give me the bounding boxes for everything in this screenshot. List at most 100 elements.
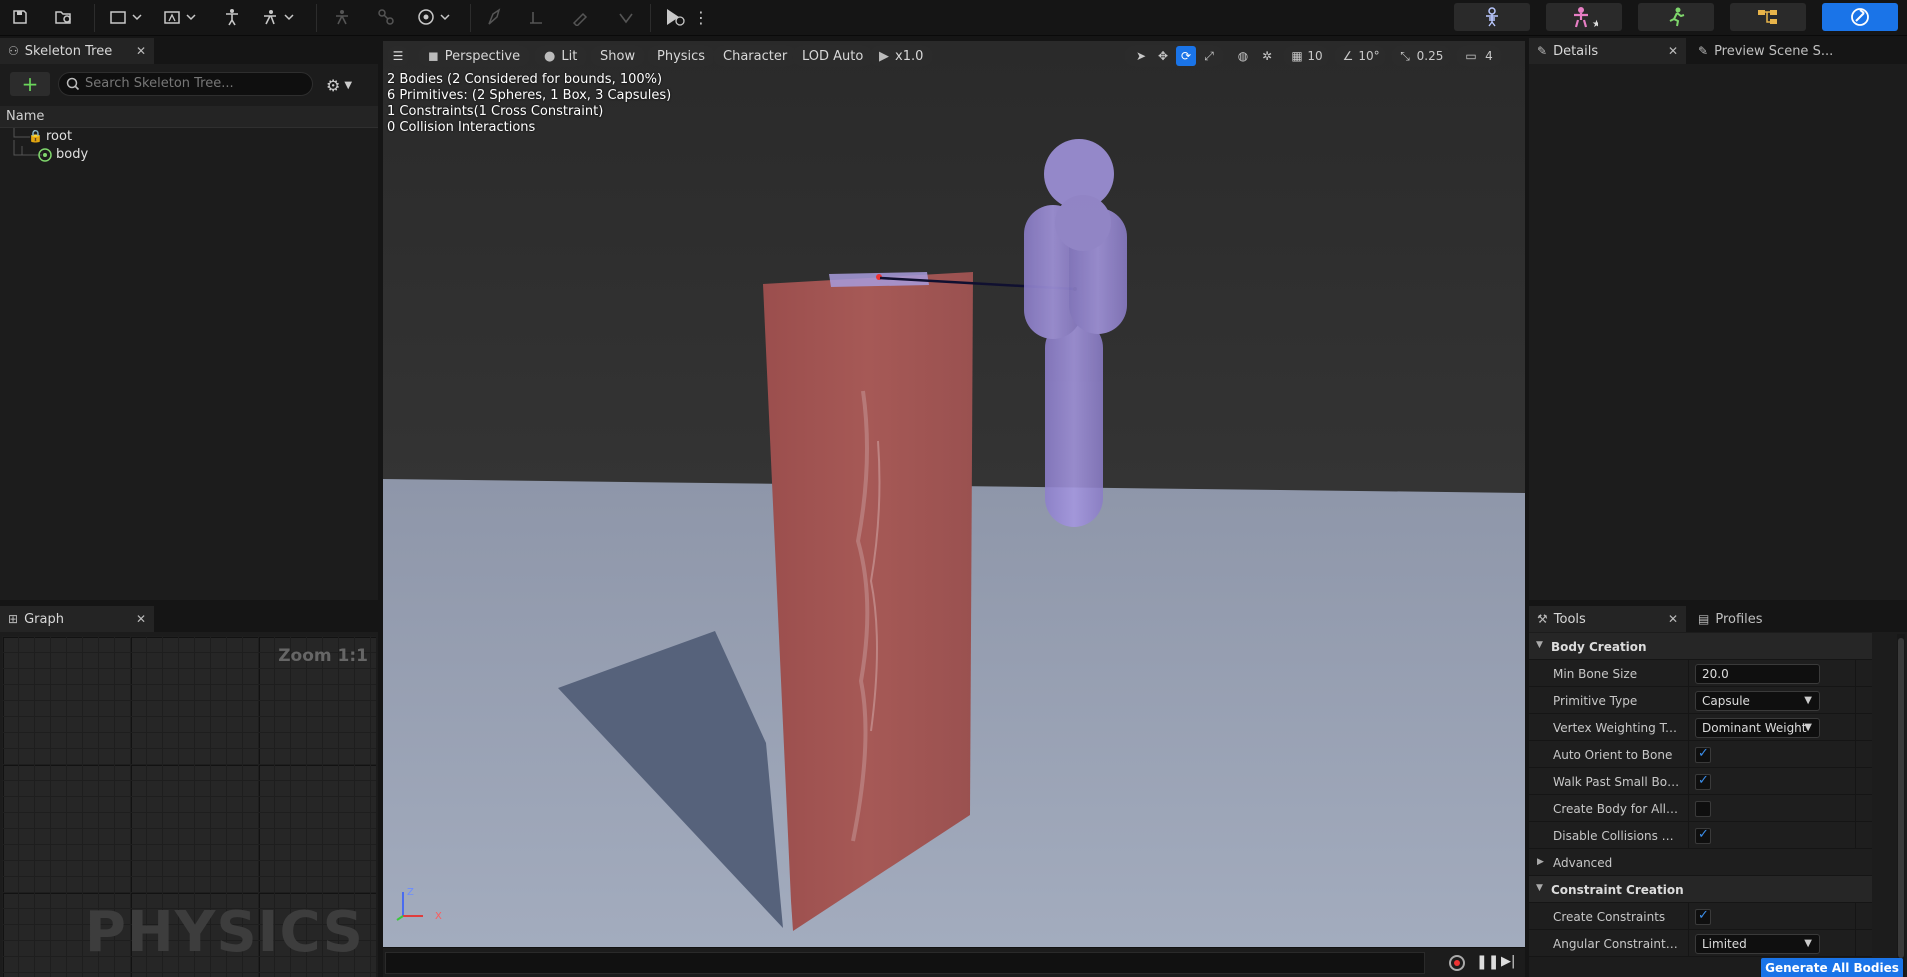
browse-icon[interactable]: [52, 4, 76, 30]
property-label: Create Constraints: [1553, 910, 1666, 924]
translate-icon[interactable]: ✥: [1154, 46, 1172, 66]
graph-canvas[interactable]: Zoom 1:1 PHYSICS: [2, 636, 376, 977]
timeline-scrubber[interactable]: [385, 952, 1425, 974]
step-forward-icon: ▶|: [1501, 954, 1516, 969]
blueprint-icon: [1758, 10, 1777, 24]
body-creation-category[interactable]: ▼ Body Creation: [1529, 633, 1872, 660]
character-icon[interactable]: [220, 4, 244, 30]
dropdown-value: Capsule: [1702, 694, 1750, 708]
angular-mode-row: Angular Constraint Mo... Limited ▼: [1529, 930, 1872, 957]
vertex-weighting-dropdown[interactable]: Dominant Weight ▼: [1695, 718, 1820, 738]
hamburger-icon: ☰: [392, 49, 404, 63]
graph-panel: ⊞ Graph ✕ Zoom 1:1 PHYSICS: [0, 606, 378, 977]
show-button[interactable]: Show: [590, 45, 646, 67]
tab-skeleton-tree[interactable]: ⚇ Skeleton Tree ✕: [0, 38, 154, 64]
physics-button[interactable]: Physics: [647, 45, 716, 67]
surface-snap-icon[interactable]: ✲: [1258, 46, 1276, 66]
lod-button[interactable]: LOD Auto: [792, 45, 874, 67]
physics-asset-icon: [1851, 8, 1869, 26]
grid-snap-value: 10: [1307, 49, 1323, 63]
tools-scrollbar[interactable]: [1897, 634, 1905, 977]
perspective-button[interactable]: ◼ Perspective: [418, 45, 531, 67]
min-bone-size-input[interactable]: 20.0: [1695, 664, 1820, 684]
animation-mode-button[interactable]: [1638, 3, 1714, 31]
simulate-icon[interactable]: [414, 4, 454, 30]
details-tab-label: Details: [1553, 43, 1599, 59]
tab-tools[interactable]: ⚒ Tools ✕: [1529, 606, 1686, 632]
skeleton-mode-button[interactable]: [1454, 3, 1530, 31]
tab-preview-scene-settings[interactable]: ✎ Preview Scene S...: [1690, 38, 1868, 64]
show-label: Show: [600, 48, 636, 64]
property-label: Disable Collisions by D...: [1553, 829, 1681, 843]
record-icon: [1454, 960, 1460, 966]
chevron-down-icon: ▼: [1804, 722, 1812, 733]
close-icon[interactable]: ✕: [1668, 44, 1678, 58]
min-bone-size-row: Min Bone Size 20.0: [1529, 660, 1872, 687]
skeleton-search-input[interactable]: Search Skeleton Tree...: [58, 72, 313, 96]
advanced-row[interactable]: ▶ Advanced: [1529, 849, 1872, 876]
details-panel: ✎ Details ✕ ✎ Preview Scene S...: [1529, 38, 1907, 600]
tree-column-header[interactable]: Name: [0, 106, 378, 128]
tree-settings-button[interactable]: ⚙ ▼: [326, 76, 352, 95]
physics-watermark: PHYSICS: [84, 900, 364, 965]
brush-icon: [566, 4, 594, 30]
scale-icon[interactable]: ⤢: [1200, 46, 1218, 66]
skeleton-icon: [1486, 7, 1498, 27]
profiles-tab-label: Profiles: [1715, 611, 1763, 627]
rotate-icon[interactable]: ⟳: [1176, 46, 1196, 66]
main-toolbar: ⋮ ★: [0, 0, 1907, 36]
viewport-menu-button[interactable]: ☰: [387, 45, 409, 67]
tree-row-root[interactable]: 🔒 root: [0, 128, 378, 146]
scrollbar-thumb[interactable]: [1898, 638, 1904, 958]
property-label: Auto Orient to Bone: [1553, 748, 1673, 762]
gear-icon: ⚙: [326, 76, 341, 95]
property-label: Create Body for All Bo...: [1553, 802, 1681, 816]
character-label: Character: [723, 48, 788, 64]
wind-icon: [328, 4, 356, 30]
disable-collisions-checkbox[interactable]: [1695, 827, 1711, 844]
constraint-creation-category[interactable]: ▼ Constraint Creation: [1529, 876, 1872, 903]
primitive-type-dropdown[interactable]: Capsule ▼: [1695, 691, 1820, 711]
physics-mode-button[interactable]: [1822, 3, 1898, 31]
physics-add-icon[interactable]: [258, 4, 298, 30]
save-icon[interactable]: [8, 4, 32, 30]
close-icon[interactable]: ✕: [136, 44, 146, 58]
more-options-icon[interactable]: ⋮: [693, 4, 709, 30]
auto-orient-checkbox[interactable]: [1695, 746, 1711, 763]
create-body-all-checkbox[interactable]: [1695, 801, 1711, 817]
search-icon: [66, 77, 80, 94]
step-forward-button[interactable]: ▶|: [1501, 954, 1515, 969]
tab-graph[interactable]: ⊞ Graph ✕: [0, 606, 154, 632]
close-icon[interactable]: ✕: [1668, 612, 1678, 626]
select-icon[interactable]: ➤: [1132, 46, 1150, 66]
angular-mode-dropdown[interactable]: Limited ▼: [1695, 934, 1820, 954]
tab-profiles[interactable]: ▤ Profiles: [1690, 606, 1868, 632]
graph-tab-label: Graph: [24, 611, 64, 627]
world-icon[interactable]: ◍: [1234, 46, 1252, 66]
scene-render: [383, 41, 1525, 947]
pause-button[interactable]: ❚❚: [1476, 954, 1499, 970]
generate-all-bodies-button[interactable]: Generate All Bodies: [1761, 958, 1903, 977]
walk-past-checkbox[interactable]: [1695, 773, 1711, 790]
timeline-bar: ❚❚ ▶|: [383, 947, 1525, 977]
character-button[interactable]: Character: [713, 45, 798, 67]
angle-snap-value: 10°: [1358, 49, 1380, 63]
create-constraints-checkbox[interactable]: [1695, 908, 1711, 925]
mesh-mode-button[interactable]: ★: [1546, 3, 1622, 31]
record-button[interactable]: [1449, 955, 1465, 971]
auto-orient-row: Auto Orient to Bone: [1529, 741, 1872, 768]
preview-mesh-icon[interactable]: [106, 4, 146, 30]
add-bone-button[interactable]: +: [10, 72, 50, 96]
viewport[interactable]: ☰ ◼ Perspective ● Lit Show Physics Chara…: [383, 41, 1525, 947]
blueprint-mode-button[interactable]: [1730, 3, 1806, 31]
tree-row-body[interactable]: body: [0, 140, 378, 164]
playback-speed-button[interactable]: ▶ x1.0: [869, 45, 934, 67]
play-icon[interactable]: [662, 4, 688, 30]
close-icon[interactable]: ✕: [136, 612, 146, 626]
tab-details[interactable]: ✎ Details ✕: [1529, 38, 1686, 64]
constraint-icon: [372, 4, 400, 30]
walk-past-row: Walk Past Small Bones: [1529, 768, 1872, 795]
wrench-icon: ⚒: [1537, 612, 1548, 626]
preview-anim-icon[interactable]: [160, 4, 200, 30]
lit-button[interactable]: ● Lit: [534, 45, 588, 67]
